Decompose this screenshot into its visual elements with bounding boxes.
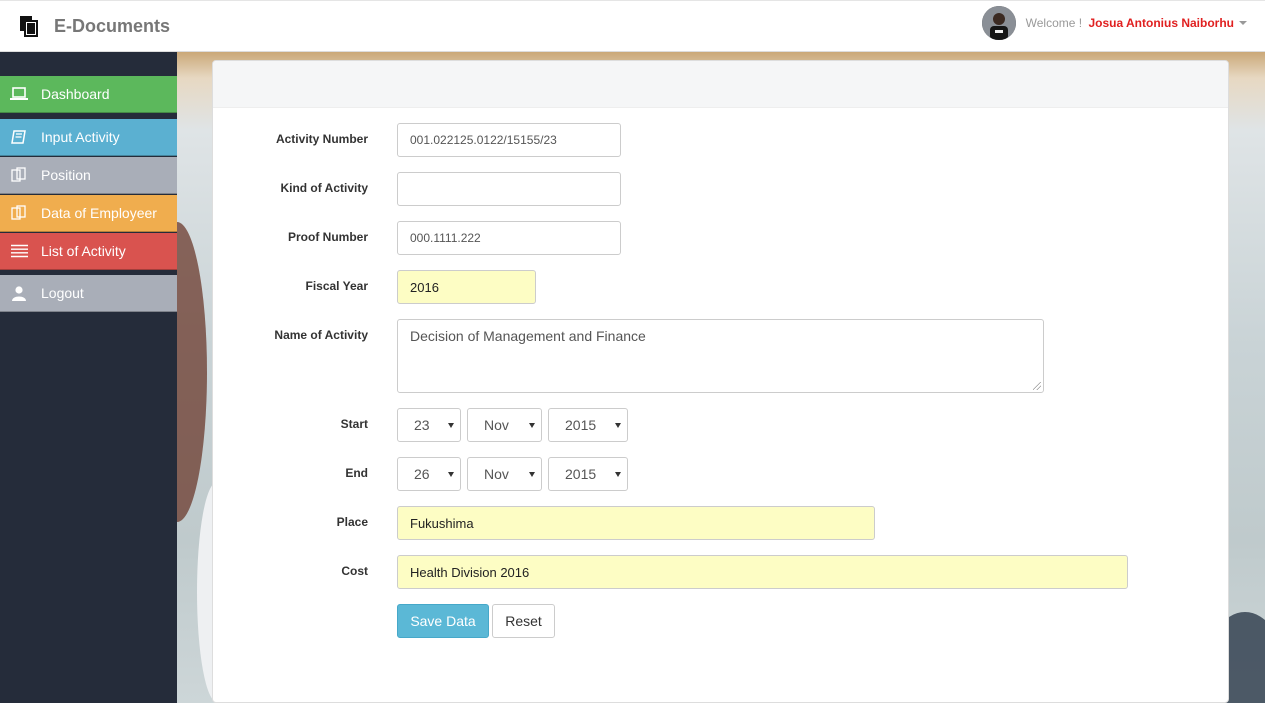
caret-down-icon bbox=[1239, 21, 1247, 25]
end-label: End bbox=[345, 466, 368, 480]
place-label: Place bbox=[336, 515, 368, 529]
end-day-select[interactable]: 26 bbox=[397, 457, 461, 491]
sidebar-item-position[interactable]: Position bbox=[0, 157, 177, 194]
input-value: Fukushima bbox=[410, 515, 474, 531]
laptop-icon bbox=[10, 86, 28, 102]
fiscal-year-input[interactable]: 2016 bbox=[397, 270, 536, 304]
activity-number-label: Activity Number bbox=[275, 132, 368, 146]
sidebar-item-label: List of Activity bbox=[41, 243, 126, 259]
user-menu[interactable]: Welcome ! Josua Antonius Naiborhu bbox=[981, 6, 1247, 40]
start-year-select[interactable]: 2015 bbox=[548, 408, 628, 442]
input-value: 001.022125.0122/15155/23 bbox=[410, 133, 557, 147]
sidebar-item-input-activity[interactable]: Input Activity bbox=[0, 119, 177, 156]
welcome-text: Welcome ! Josua Antonius Naiborhu bbox=[1026, 16, 1234, 30]
list-icon bbox=[10, 243, 28, 259]
dropdown-arrow-icon bbox=[615, 423, 621, 428]
welcome-label: Welcome ! bbox=[1025, 16, 1083, 30]
start-day-select[interactable]: 23 bbox=[397, 408, 461, 442]
sidebar-item-label: Data of Employeer bbox=[41, 205, 157, 221]
place-input[interactable]: Fukushima bbox=[397, 506, 875, 540]
proof-number-input[interactable]: 000.1111.222 bbox=[397, 221, 621, 255]
input-value: Health Division 2016 bbox=[410, 564, 530, 580]
end-year-select[interactable]: 2015 bbox=[548, 457, 628, 491]
form-panel: Activity Number 001.022125.0122/15155/23… bbox=[212, 60, 1229, 703]
name-of-activity-textarea[interactable]: Decision of Management and Finance bbox=[397, 319, 1044, 393]
fiscal-year-label: Fiscal Year bbox=[305, 279, 369, 293]
dropdown-arrow-icon bbox=[615, 472, 621, 477]
textarea-value: Decision of Management and Finance bbox=[410, 328, 646, 344]
end-month-select[interactable]: Nov bbox=[467, 457, 542, 491]
select-value: Nov bbox=[484, 466, 509, 482]
input-value: 2016 bbox=[410, 279, 439, 295]
sidebar-item-label: Position bbox=[41, 167, 91, 183]
activity-number-input[interactable]: 001.022125.0122/15155/23 bbox=[397, 123, 621, 157]
cost-label: Cost bbox=[341, 564, 368, 578]
sidebar: Dashboard Input Activity Position Data o… bbox=[0, 52, 177, 703]
background-shape bbox=[177, 222, 207, 522]
sidebar-item-dashboard[interactable]: Dashboard bbox=[0, 76, 177, 113]
name-of-activity-label: Name of Activity bbox=[274, 328, 368, 342]
select-value: 23 bbox=[414, 417, 430, 433]
dropdown-arrow-icon bbox=[448, 423, 454, 428]
start-month-select[interactable]: Nov bbox=[467, 408, 542, 442]
book-icon bbox=[10, 129, 28, 145]
sidebar-item-list-of-activity[interactable]: List of Activity bbox=[0, 233, 177, 270]
copy-icon bbox=[10, 205, 28, 221]
sidebar-item-label: Logout bbox=[41, 285, 84, 301]
panel-heading bbox=[213, 61, 1228, 108]
select-value: 2015 bbox=[565, 417, 597, 433]
dropdown-arrow-icon bbox=[448, 472, 454, 477]
sidebar-item-label: Input Activity bbox=[41, 129, 120, 145]
document-copy-icon bbox=[20, 16, 38, 37]
sidebar-item-data-of-employeer[interactable]: Data of Employeer bbox=[0, 195, 177, 232]
top-navbar: E-Documents Welcome ! Josua Antonius Nai… bbox=[0, 0, 1265, 52]
dropdown-arrow-icon bbox=[529, 472, 535, 477]
resize-handle-icon[interactable] bbox=[1033, 382, 1041, 390]
select-value: Nov bbox=[484, 417, 509, 433]
dropdown-arrow-icon bbox=[529, 423, 535, 428]
input-value: 000.1111.222 bbox=[410, 231, 481, 245]
kind-of-activity-input[interactable] bbox=[397, 172, 621, 206]
cost-input[interactable]: Health Division 2016 bbox=[397, 555, 1128, 589]
start-label: Start bbox=[340, 417, 368, 431]
kind-of-activity-label: Kind of Activity bbox=[280, 181, 368, 195]
app-title: E-Documents bbox=[54, 15, 171, 36]
user-icon bbox=[10, 285, 28, 301]
user-name: Josua Antonius Naiborhu bbox=[1088, 16, 1234, 30]
avatar bbox=[981, 6, 1016, 40]
proof-number-label: Proof Number bbox=[287, 230, 368, 244]
copy-icon bbox=[10, 167, 28, 183]
reset-button[interactable]: Reset bbox=[492, 604, 555, 638]
select-value: 26 bbox=[414, 466, 430, 482]
sidebar-item-logout[interactable]: Logout bbox=[0, 275, 177, 312]
select-value: 2015 bbox=[565, 466, 597, 482]
sidebar-item-label: Dashboard bbox=[41, 86, 110, 102]
save-data-button[interactable]: Save Data bbox=[397, 604, 489, 638]
brand[interactable]: E-Documents bbox=[18, 15, 170, 37]
